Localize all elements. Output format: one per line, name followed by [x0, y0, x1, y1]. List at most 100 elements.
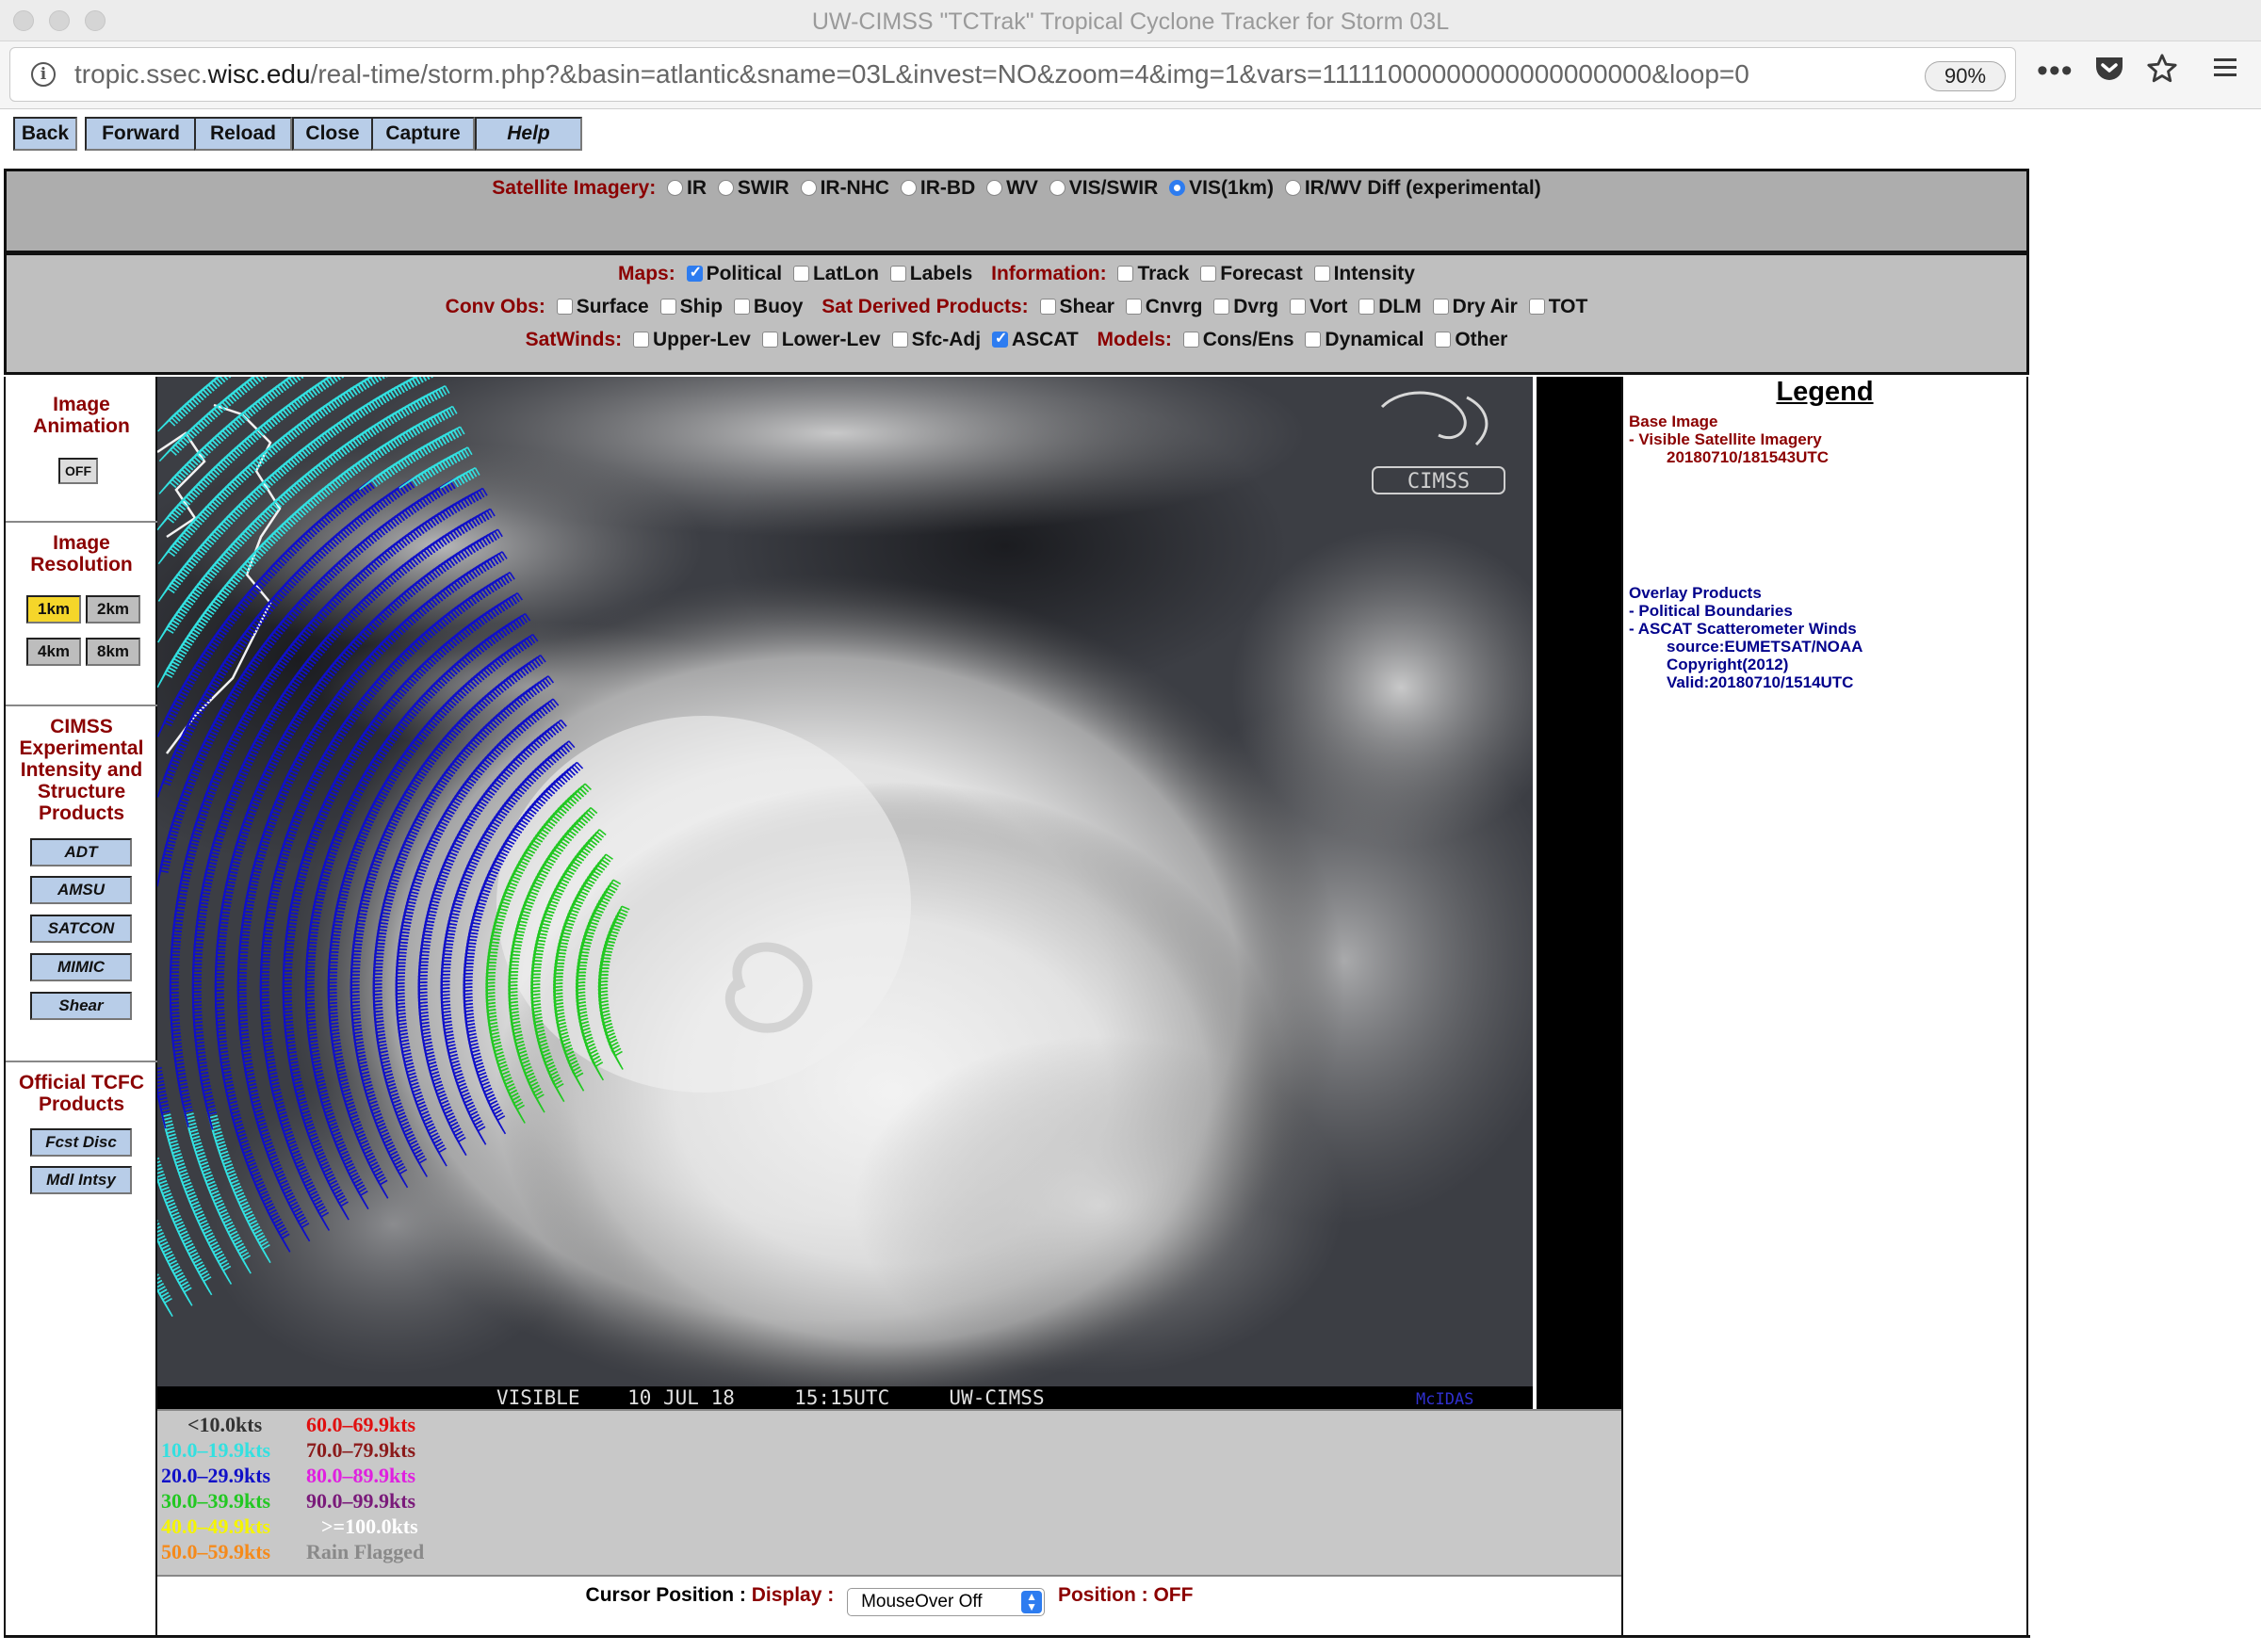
- url-host: wisc.edu: [207, 59, 311, 89]
- radio-ir-wv-diff[interactable]: IR/WV Diff (experimental): [1284, 177, 1541, 200]
- ellipsis-icon[interactable]: •••: [2037, 53, 2074, 89]
- legend-base-heading: Base Image: [1629, 413, 1718, 430]
- url-text[interactable]: tropic.ssec.wisc.edu/real-time/storm.php…: [74, 59, 1749, 89]
- satellite-image[interactable]: CIMSS VISIBLE 10 JUL 18 15:15UTC UW-CIMS…: [157, 377, 1533, 1409]
- checkbox-labels[interactable]: Labels: [889, 263, 972, 285]
- shear-button[interactable]: Shear: [30, 992, 132, 1020]
- cursor-position-row: Cursor Position : Display : MouseOver Of…: [157, 1584, 1621, 1616]
- wind-legend-item: 90.0–99.9kts: [306, 1489, 416, 1513]
- checkbox-cnvrg[interactable]: Cnvrg: [1125, 296, 1202, 318]
- checkbox-track[interactable]: Track: [1117, 263, 1189, 285]
- adt-button[interactable]: ADT: [30, 838, 132, 866]
- maps-row: Maps: Political LatLon Labels Informatio…: [7, 263, 2026, 285]
- image-side-bar: [1533, 377, 1621, 1409]
- animation-title: Image Animation: [33, 394, 130, 437]
- model-intensity-button[interactable]: Mdl Intsy: [30, 1166, 132, 1194]
- resolution-2km-button[interactable]: 2km: [86, 595, 140, 624]
- browser-toolbar: i tropic.ssec.wisc.edu/real-time/storm.p…: [0, 41, 2261, 109]
- svg-text:CIMSS: CIMSS: [1407, 470, 1470, 494]
- resolution-4km-button[interactable]: 4km: [26, 638, 81, 666]
- satellite-imagery-row: Satellite Imagery: IR SWIR IR-NHC IR-BD …: [7, 177, 2026, 200]
- resolution-8km-button[interactable]: 8km: [86, 638, 140, 666]
- wind-legend-item: 80.0–89.9kts: [306, 1464, 416, 1487]
- conv-obs-row: Conv Obs: Surface Ship Buoy Sat Derived …: [7, 296, 2026, 318]
- checkbox-ascat[interactable]: ASCAT: [991, 329, 1079, 351]
- wind-legend-item: 50.0–59.9kts: [161, 1540, 271, 1563]
- wind-legend-item: 70.0–79.9kts: [306, 1438, 416, 1462]
- close-button[interactable]: Close: [292, 117, 373, 151]
- zoom-indicator[interactable]: 90%: [1925, 61, 2006, 91]
- checkbox-dry-air[interactable]: Dry Air: [1432, 296, 1518, 318]
- radio-vis-swir[interactable]: VIS/SWIR: [1049, 177, 1158, 200]
- window-title: UW-CIMSS "TCTrak" Tropical Cyclone Track…: [811, 8, 1450, 35]
- checkbox-dvrg[interactable]: Dvrg: [1213, 296, 1278, 318]
- mimic-button[interactable]: MIMIC: [30, 953, 132, 981]
- page-bottom-border: [4, 1635, 2030, 1638]
- checkbox-cons-ens[interactable]: Cons/Ens: [1182, 329, 1294, 351]
- amsu-button[interactable]: AMSU: [30, 876, 132, 904]
- legend-overlay-item: - Political Boundaries: [1629, 602, 1793, 620]
- window-titlebar: UW-CIMSS "TCTrak" Tropical Cyclone Track…: [0, 0, 2261, 41]
- checkbox-dlm[interactable]: DLM: [1358, 296, 1422, 318]
- official-title: Official TCFC Products: [18, 1072, 144, 1115]
- checkbox-buoy[interactable]: Buoy: [733, 296, 803, 318]
- legend-base-time: 20180710/181543UTC: [1667, 448, 1830, 466]
- satellite-image-canvas: CIMSS VISIBLE 10 JUL 18 15:15UTC UW-CIMS…: [157, 377, 1533, 1409]
- pocket-icon[interactable]: [2093, 55, 2125, 92]
- wind-legend-item: 30.0–39.9kts: [161, 1489, 271, 1513]
- capture-button[interactable]: Capture: [371, 117, 475, 151]
- back-button[interactable]: Back: [13, 117, 77, 151]
- animation-toggle-button[interactable]: OFF: [58, 458, 98, 484]
- cimss-title: CIMSS Experimental Intensity and Structu…: [19, 716, 144, 824]
- wind-legend-item: >=100.0kts: [321, 1514, 418, 1538]
- checkbox-lower-lev[interactable]: Lower-Lev: [761, 329, 881, 351]
- star-icon[interactable]: [2146, 53, 2178, 92]
- checkbox-latlon[interactable]: LatLon: [792, 263, 879, 285]
- url-prefix: tropic.ssec.: [74, 59, 208, 89]
- radio-ir-nhc[interactable]: IR-NHC: [800, 177, 889, 200]
- checkbox-forecast[interactable]: Forecast: [1200, 263, 1303, 285]
- address-bar[interactable]: i tropic.ssec.wisc.edu/real-time/storm.p…: [9, 47, 2016, 102]
- resolution-title: Image Resolution: [30, 532, 133, 575]
- satwinds-row: SatWinds: Upper-Lev Lower-Lev Sfc-Adj AS…: [7, 329, 2026, 351]
- left-sidebar: Image Animation OFF Image Resolution 1km…: [4, 377, 157, 1637]
- checkbox-other[interactable]: Other: [1435, 329, 1507, 351]
- wind-legend-item: <10.0kts: [187, 1413, 263, 1436]
- radio-swir[interactable]: SWIR: [717, 177, 789, 200]
- checkbox-sfc-adj[interactable]: Sfc-Adj: [891, 329, 981, 351]
- help-button[interactable]: Help: [475, 117, 582, 151]
- maps-label: Maps:: [618, 263, 675, 284]
- hamburger-icon[interactable]: [2212, 55, 2238, 89]
- position-label: Position :: [1057, 1584, 1148, 1606]
- checkbox-surface[interactable]: Surface: [556, 296, 649, 318]
- satellite-imagery-label: Satellite Imagery:: [492, 177, 657, 199]
- image-caption: VISIBLE 10 JUL 18 15:15UTC UW-CIMSS: [496, 1386, 1045, 1409]
- sat-derived-label: Sat Derived Products:: [821, 296, 1029, 317]
- checkbox-tot[interactable]: TOT: [1528, 296, 1587, 318]
- checkbox-shear[interactable]: Shear: [1039, 296, 1114, 318]
- checkbox-upper-lev[interactable]: Upper-Lev: [632, 329, 751, 351]
- reload-button[interactable]: Reload: [194, 117, 292, 151]
- legend-overlay-copyright: Copyright(2012): [1667, 656, 1789, 673]
- checkbox-vort[interactable]: Vort: [1289, 296, 1347, 318]
- resolution-1km-button[interactable]: 1km: [26, 595, 81, 624]
- info-icon[interactable]: i: [31, 62, 56, 87]
- checkbox-ship[interactable]: Ship: [659, 296, 723, 318]
- satcon-button[interactable]: SATCON: [30, 915, 132, 943]
- forecast-discussion-button[interactable]: Fcst Disc: [30, 1128, 132, 1157]
- radio-ir-bd[interactable]: IR-BD: [900, 177, 975, 200]
- display-mode-select[interactable]: MouseOver Off ▲ ▼: [847, 1588, 1046, 1616]
- forward-button[interactable]: Forward: [85, 117, 197, 151]
- legend-overlay-valid: Valid:20180710/1514UTC: [1667, 673, 1854, 691]
- legend-overlay-item: - ASCAT Scatterometer Winds: [1629, 620, 1857, 638]
- radio-wv[interactable]: WV: [986, 177, 1038, 200]
- checkbox-intensity[interactable]: Intensity: [1313, 263, 1415, 285]
- models-label: Models:: [1097, 329, 1172, 350]
- radio-ir[interactable]: IR: [667, 177, 707, 200]
- wind-legend-item: 20.0–29.9kts: [161, 1464, 271, 1487]
- radio-vis-1km[interactable]: VIS(1km): [1169, 177, 1274, 200]
- checkbox-dynamical[interactable]: Dynamical: [1305, 329, 1423, 351]
- legend-overlay-source: source:EUMETSAT/NOAA: [1667, 638, 1863, 656]
- checkbox-political[interactable]: Political: [686, 263, 782, 285]
- url-path: /real-time/storm.php?&basin=atlantic&sna…: [310, 59, 1749, 89]
